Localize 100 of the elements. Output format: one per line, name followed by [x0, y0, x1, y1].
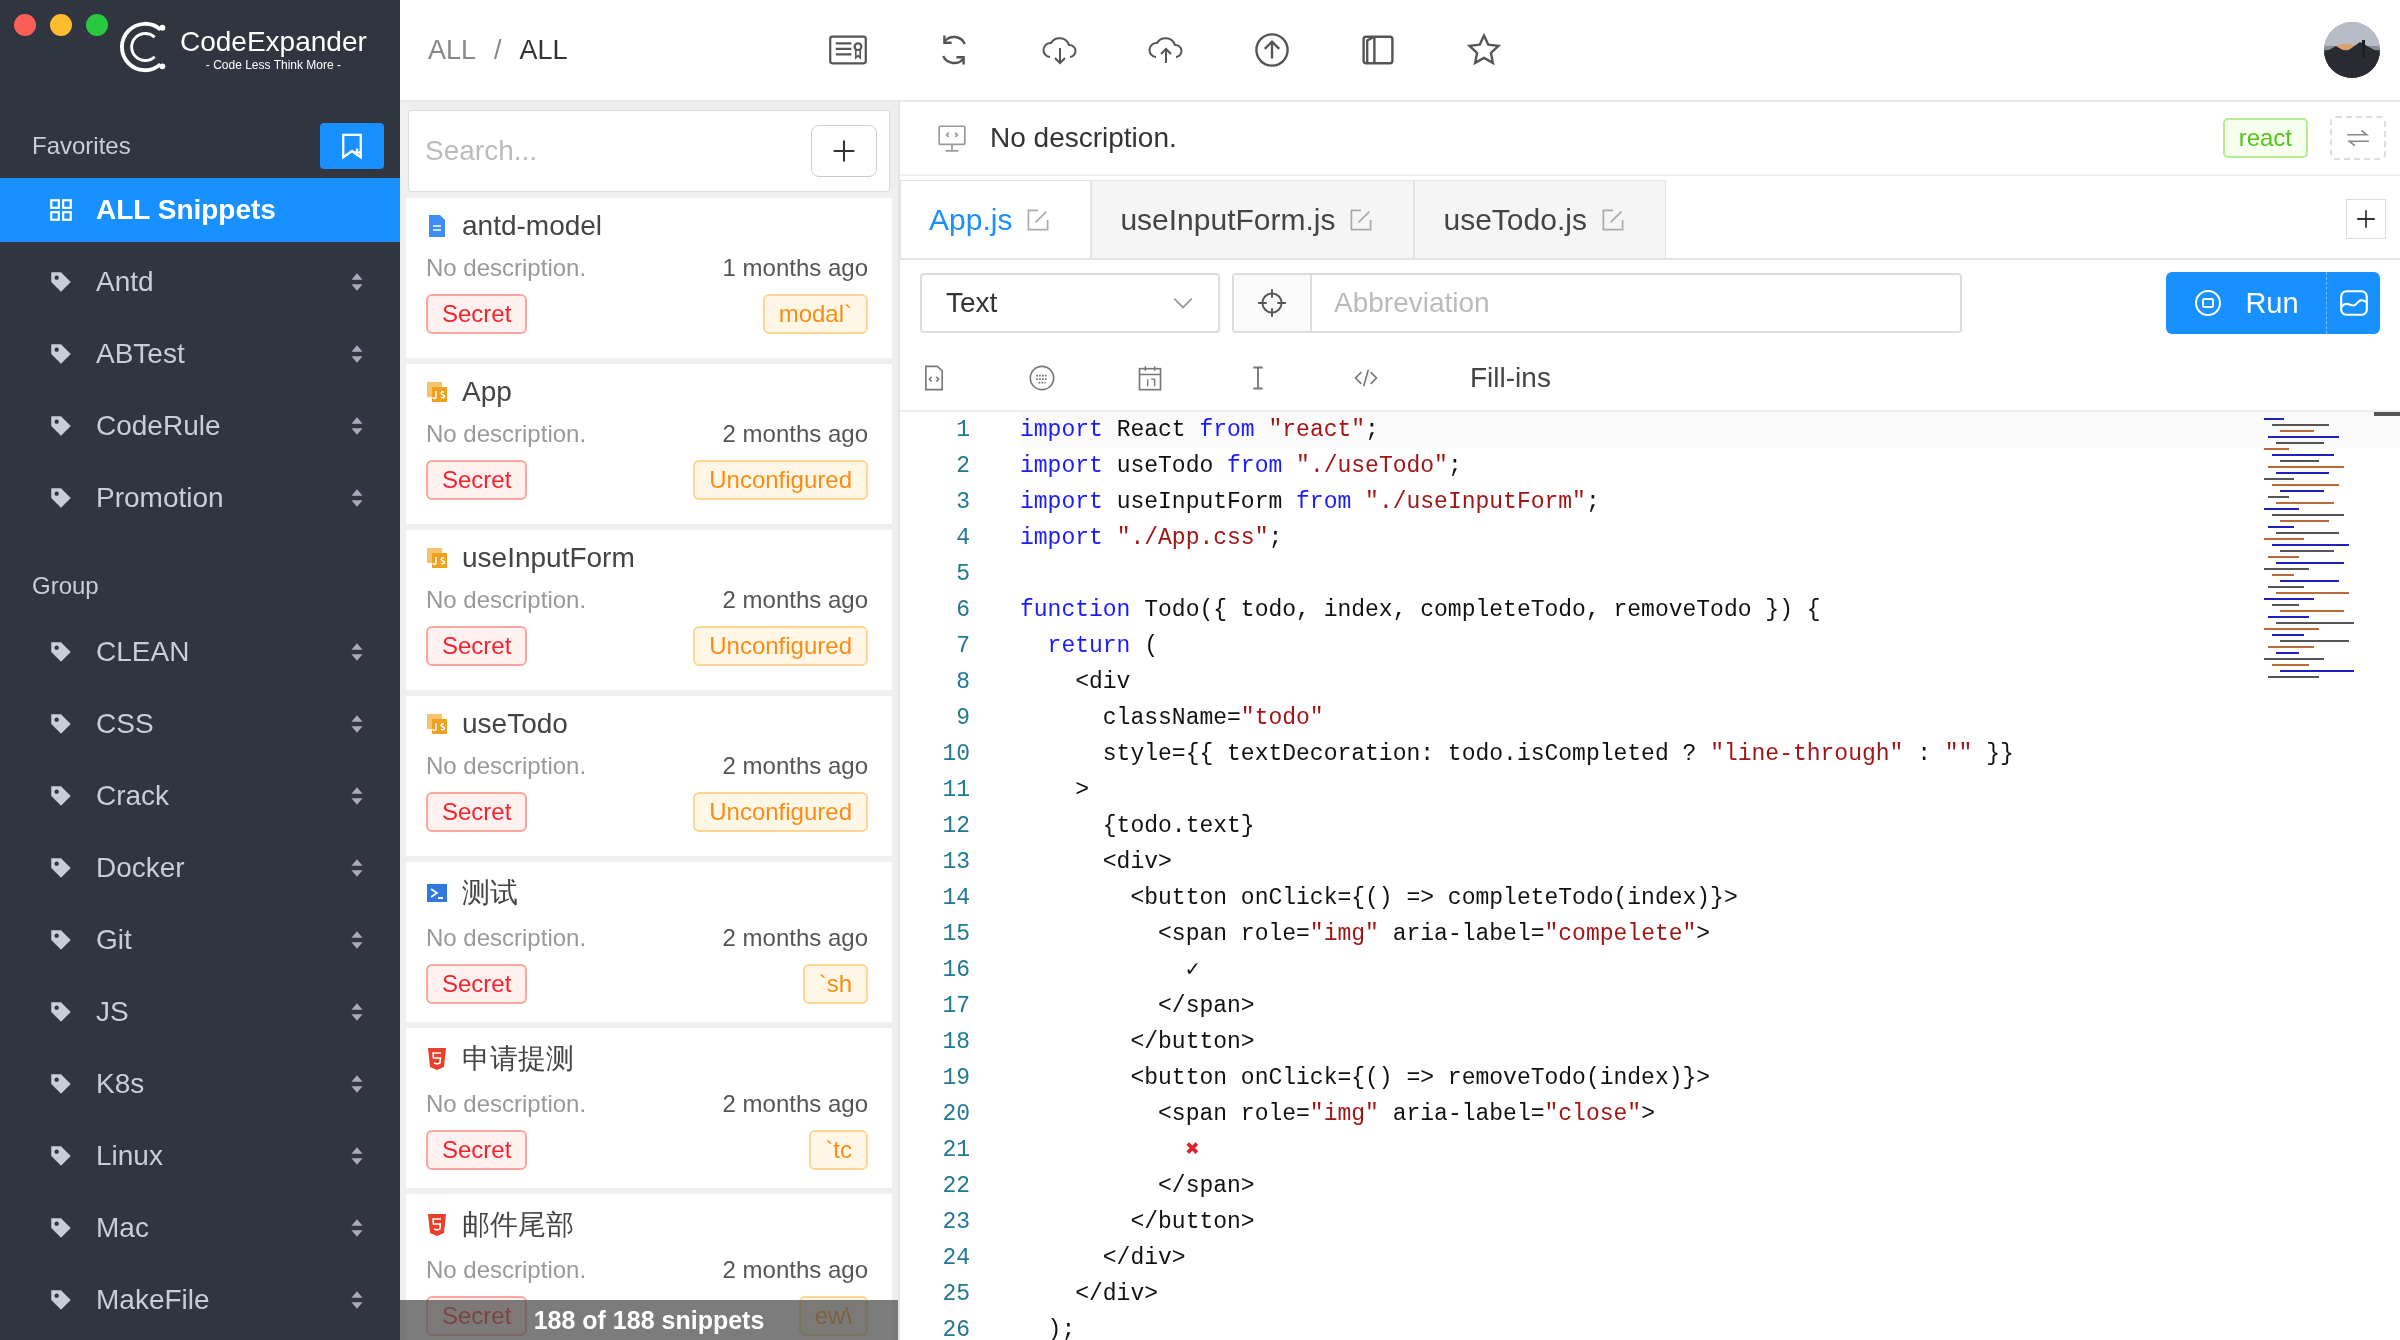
js-file-icon	[426, 546, 448, 570]
code-line: </button>	[1129, 1209, 1255, 1235]
section-title: Favorites	[32, 132, 131, 160]
snippet-card[interactable]: antd-model No description. 1 months ago Secret modal`	[406, 198, 892, 358]
sort-icon	[350, 1145, 364, 1167]
snippet-card[interactable]: useInputForm No description. 2 months ago Secret Unconfigured	[406, 530, 892, 690]
star-icon[interactable]	[1464, 32, 1504, 68]
visibility-tag: Secret	[426, 626, 528, 666]
search-field[interactable]: Search...	[423, 134, 815, 168]
code-line: return (	[1046, 633, 1159, 659]
keyboard-icon[interactable]	[1028, 364, 1056, 392]
code-line: </span>	[1157, 993, 1255, 1019]
line-number: 20	[942, 1100, 970, 1129]
snippet-title: 申请提测	[462, 1042, 574, 1076]
sidebar-item[interactable]: Docker	[0, 836, 400, 900]
snippet-card[interactable]: App No description. 2 months ago Secret Unconfigured	[406, 364, 892, 524]
visibility-tag: Secret	[426, 1130, 528, 1170]
line-number: 12	[942, 812, 970, 841]
image-button[interactable]	[2326, 272, 2380, 334]
file-tab[interactable]: useTodo.js	[1414, 180, 1666, 258]
line-number: 18	[942, 1028, 970, 1057]
code-line: style={{ textDecoration: todo.isCompleted ? "line-through" : "" }}	[1101, 741, 2014, 767]
language-tag: react	[2222, 118, 2308, 158]
line-number: 11	[942, 776, 970, 805]
sort-icon	[350, 1289, 364, 1311]
add-button[interactable]	[811, 125, 877, 177]
add-tab-button[interactable]	[2346, 199, 2386, 239]
sidebar-item[interactable]: Mac	[0, 1196, 400, 1260]
run-icon	[2193, 288, 2224, 318]
abbreviation-tag: `sh	[802, 964, 868, 1004]
minimize-window-button[interactable]	[50, 14, 72, 36]
document-icon	[426, 214, 448, 238]
line-number: 22	[942, 1172, 970, 1201]
image-icon	[2337, 287, 2370, 319]
visibility-tag: Secret	[426, 294, 528, 334]
line-number: 9	[956, 704, 970, 733]
app-slogan: - Code Less Think More -	[205, 58, 341, 72]
snippet-description: No description.	[990, 122, 1178, 154]
sidebar-item[interactable]: CodeRule	[0, 394, 400, 458]
fill-ins-tab[interactable]: Fill-ins	[1470, 362, 1551, 394]
sort-icon	[350, 343, 364, 365]
snippet-description: No description.	[426, 752, 587, 780]
line-number: 14	[942, 884, 970, 913]
sort-icon	[350, 415, 364, 437]
line-number: 24	[942, 1244, 970, 1273]
sidebar-item[interactable]: ABTest	[0, 322, 400, 386]
snippet-title: 测试	[462, 876, 518, 910]
sidebar-item[interactable]: K8s	[0, 1052, 400, 1116]
line-number: 26	[942, 1316, 970, 1340]
code-line: <button onClick={() => removeTodo(index)}>	[1129, 1065, 1711, 1091]
abbreviation-tag: Unconfigured	[693, 460, 868, 500]
code-line: </span>	[1157, 1173, 1255, 1199]
target-icon[interactable]	[1256, 287, 1288, 319]
breadcrumb-separator: /	[494, 34, 502, 66]
line-number: 23	[942, 1208, 970, 1237]
snippet-description: No description.	[426, 420, 587, 448]
sidebar-item[interactable]: Git	[0, 908, 400, 972]
line-number: 19	[942, 1064, 970, 1093]
zoom-window-button[interactable]	[86, 14, 108, 36]
file-tab[interactable]: useInputForm.js	[1091, 180, 1415, 258]
sort-icon	[350, 487, 364, 509]
code-line: import React from "react";	[1020, 417, 1379, 443]
sidebar-item[interactable]: Antd	[0, 250, 400, 314]
calendar-icon[interactable]	[1136, 364, 1164, 392]
snippet-time: 2 months ago	[722, 1090, 868, 1118]
snippet-card[interactable]: 申请提测 No description. 2 months ago Secret `tc	[406, 1028, 892, 1188]
sort-icon	[350, 641, 364, 663]
sidebar-item[interactable]: Promotion	[0, 466, 400, 530]
snippet-time: 2 months ago	[722, 752, 868, 780]
snippet-time: 2 months ago	[722, 924, 868, 952]
close-window-button[interactable]	[14, 14, 36, 36]
snippet-card[interactable]: 测试 No description. 2 months ago Secret `sh	[406, 862, 892, 1022]
breadcrumb-item[interactable]: ALL	[519, 34, 568, 66]
snippet-description: No description.	[426, 1256, 587, 1284]
line-number: 2	[956, 452, 970, 481]
abbreviation-field[interactable]: Abbreviation	[1332, 286, 1960, 320]
sidebar-item[interactable]: CLEAN	[0, 620, 400, 684]
sort-icon	[350, 1073, 364, 1095]
swap-button[interactable]	[2330, 116, 2386, 160]
add-favorite-button[interactable]	[320, 123, 384, 169]
scrollbar[interactable]	[2374, 412, 2400, 416]
type-select[interactable]: Text	[920, 273, 1220, 333]
code-line: </div>	[1074, 1281, 1159, 1307]
abbreviation-input-group[interactable]: Abbreviation	[1232, 273, 1962, 333]
code-line: ✓	[1184, 957, 1200, 983]
sidebar-item[interactable]: CSS	[0, 692, 400, 756]
sidebar-item[interactable]: JS	[0, 980, 400, 1044]
line-number: 5	[956, 560, 970, 589]
sidebar-item[interactable]: Linux	[0, 1124, 400, 1188]
sidebar-item[interactable]: Crack	[0, 764, 400, 828]
snippet-card[interactable]: useTodo No description. 2 months ago Secret Unconfigured	[406, 696, 892, 856]
code-line: import useInputForm from "./useInputForm";	[1020, 489, 1600, 515]
sidebar-item[interactable]: MakeFile	[0, 1268, 400, 1332]
upload-icon[interactable]	[1252, 32, 1292, 68]
search-bar[interactable]: Search...	[408, 110, 890, 192]
section-title: Group	[32, 572, 99, 600]
breadcrumb-item[interactable]: ALL	[428, 34, 477, 66]
snippet-description: No description.	[426, 254, 587, 282]
sort-icon	[350, 1217, 364, 1239]
app-name: CodeExpander	[180, 26, 367, 58]
